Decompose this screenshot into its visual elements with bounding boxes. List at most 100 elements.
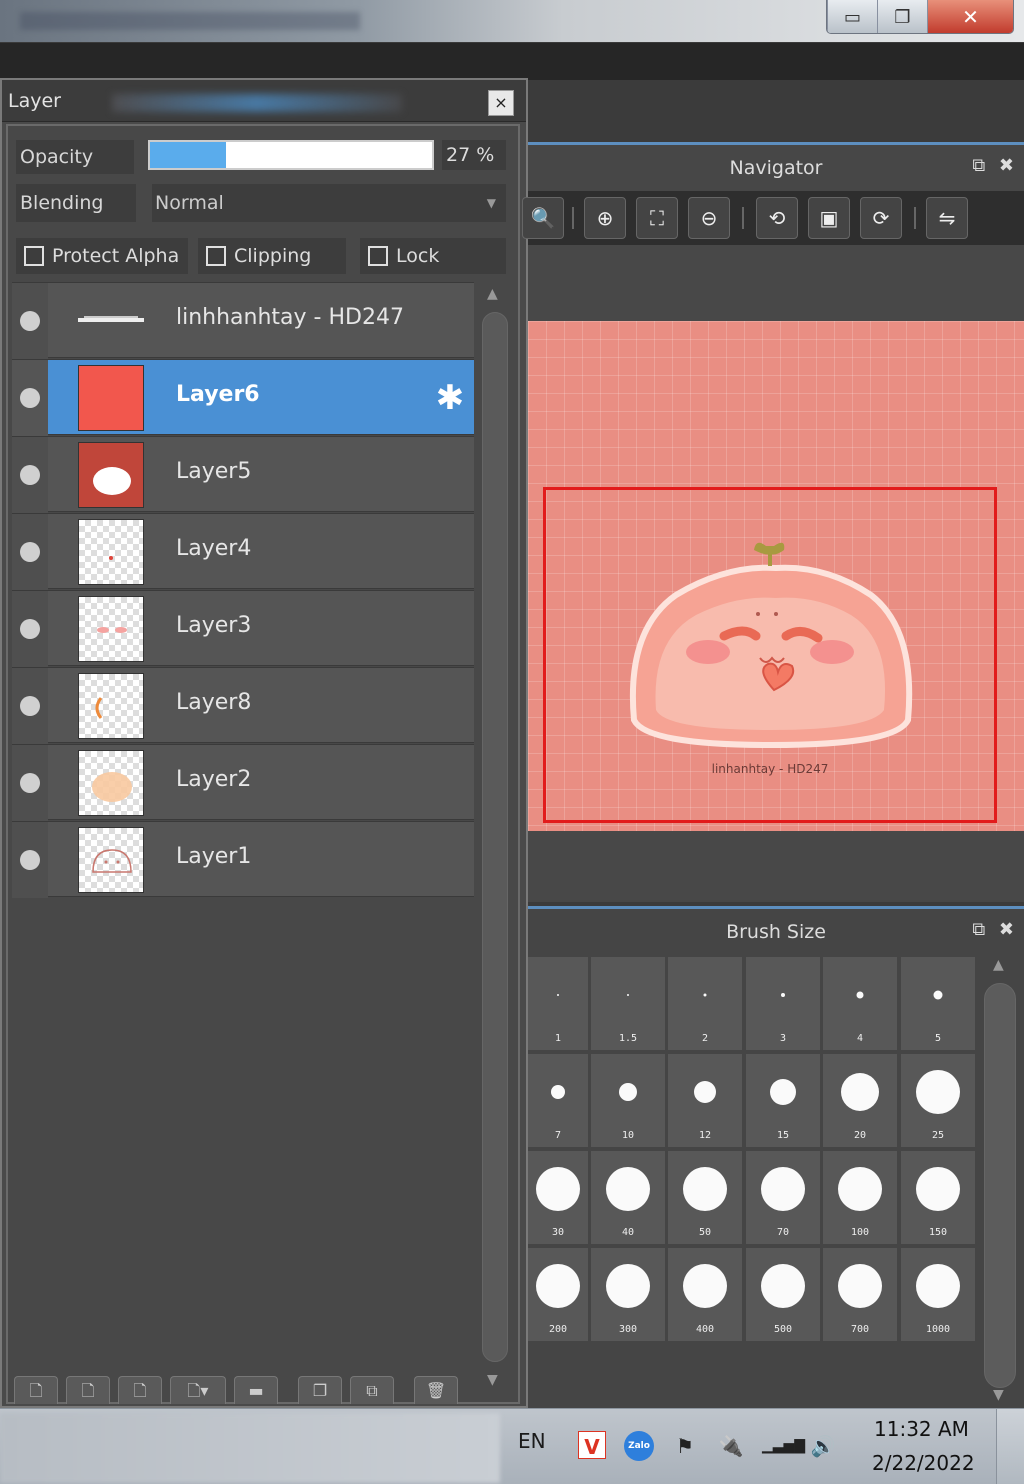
layer-row[interactable]: Layer3 bbox=[12, 590, 474, 667]
actual-size-icon[interactable]: ▣ bbox=[808, 197, 850, 239]
brush-size-option[interactable]: 400 bbox=[668, 1248, 742, 1341]
visibility-toggle[interactable] bbox=[12, 591, 48, 667]
brush-size-option[interactable]: 150 bbox=[901, 1151, 975, 1244]
brush-size-option[interactable]: 3 bbox=[746, 957, 820, 1050]
v-app-tray-icon[interactable]: V bbox=[578, 1431, 606, 1459]
brush-size-option[interactable]: 1 bbox=[528, 957, 588, 1050]
brush-size-option[interactable]: 40 bbox=[591, 1151, 665, 1244]
rotate-left-icon[interactable]: ⟲ bbox=[756, 197, 798, 239]
protect-alpha-checkbox[interactable]: Protect Alpha bbox=[16, 238, 188, 274]
brush-size-option[interactable]: 70 bbox=[746, 1151, 820, 1244]
visibility-toggle[interactable] bbox=[12, 514, 48, 590]
clock-time[interactable]: 11:32 AM bbox=[874, 1417, 969, 1441]
scrollbar-thumb[interactable] bbox=[984, 983, 1016, 1388]
layer-row[interactable]: Layer4 bbox=[12, 513, 474, 590]
new-halftone-layer-button[interactable]: 🗋 bbox=[66, 1376, 110, 1404]
delete-layer-button[interactable]: 🗑 bbox=[414, 1376, 458, 1404]
zoom-fit-icon[interactable]: 🔍 bbox=[522, 197, 564, 239]
signal-icon[interactable]: ▁▃▅▇ bbox=[762, 1431, 805, 1461]
brush-size-option[interactable]: 4 bbox=[823, 957, 897, 1050]
brush-size-option[interactable]: 500 bbox=[746, 1248, 820, 1341]
visibility-toggle[interactable] bbox=[12, 360, 48, 436]
brush-size-option[interactable]: 100 bbox=[823, 1151, 897, 1244]
brush-size-scrollbar[interactable]: ▲ ▼ bbox=[982, 957, 1022, 1407]
layer-row[interactable]: Layer2 bbox=[12, 744, 474, 821]
layer-row-selected[interactable]: Layer6 ✱ bbox=[12, 359, 474, 436]
brush-size-option[interactable]: 300 bbox=[591, 1248, 665, 1341]
brush-size-option[interactable]: 12 bbox=[668, 1054, 742, 1147]
layer-row[interactable]: linhhanhtay - HD247 bbox=[12, 282, 474, 359]
clock-date[interactable]: 2/22/2022 bbox=[872, 1451, 975, 1475]
brush-size-option[interactable]: 15 bbox=[746, 1054, 820, 1147]
clipping-checkbox[interactable]: Clipping bbox=[198, 238, 346, 274]
navigator-view[interactable]: linhanhtay - HD247 bbox=[528, 245, 1024, 900]
zoom-out-icon[interactable]: ⊖ bbox=[688, 197, 730, 239]
bun-character-artwork bbox=[629, 542, 913, 749]
visibility-toggle[interactable] bbox=[12, 668, 48, 744]
bun-outline-icon bbox=[92, 849, 132, 873]
close-icon[interactable]: ✖ bbox=[999, 919, 1014, 940]
lock-checkbox[interactable]: Lock bbox=[360, 238, 506, 274]
rotate-right-icon[interactable]: ⟳ bbox=[860, 197, 902, 239]
brush-size-option[interactable]: 2 bbox=[668, 957, 742, 1050]
visibility-toggle[interactable] bbox=[12, 822, 48, 898]
brush-size-label: 50 bbox=[698, 1227, 712, 1238]
brush-size-option[interactable]: 1.5 bbox=[591, 957, 665, 1050]
brush-size-option[interactable]: 25 bbox=[901, 1054, 975, 1147]
scroll-up-arrow-icon[interactable]: ▲ bbox=[993, 957, 1004, 973]
brush-size-option[interactable]: 5 bbox=[901, 957, 975, 1050]
zoom-in-icon[interactable]: ⊕ bbox=[584, 197, 626, 239]
new-folder-button[interactable]: ▬ bbox=[234, 1376, 278, 1404]
navigator-viewport-rect[interactable]: linhanhtay - HD247 bbox=[543, 487, 997, 823]
visibility-toggle[interactable] bbox=[12, 437, 48, 513]
close-window-button[interactable]: ✕ bbox=[927, 0, 1013, 33]
layer-row[interactable]: Layer8 bbox=[12, 667, 474, 744]
layer-panel-titlebar[interactable]: Layer × bbox=[2, 80, 526, 122]
brush-size-option[interactable]: 1000 bbox=[901, 1248, 975, 1341]
brush-size-option[interactable]: 30 bbox=[528, 1151, 588, 1244]
merge-layer-button[interactable]: ⧉ bbox=[350, 1376, 394, 1404]
scroll-up-arrow-icon[interactable]: ▲ bbox=[487, 286, 498, 302]
popout-icon[interactable]: ⧉ bbox=[972, 155, 985, 176]
bun-shape-icon bbox=[93, 467, 131, 495]
brush-dot-icon bbox=[606, 1264, 650, 1308]
brush-size-option[interactable]: 50 bbox=[668, 1151, 742, 1244]
brush-size-option[interactable]: 7 bbox=[528, 1054, 588, 1147]
brush-size-option[interactable]: 10 bbox=[591, 1054, 665, 1147]
opacity-slider[interactable] bbox=[148, 140, 434, 170]
visibility-toggle[interactable] bbox=[12, 283, 48, 359]
layer-list-scrollbar[interactable]: ▲ ▼ bbox=[478, 286, 512, 1396]
power-icon[interactable]: 🔌 bbox=[716, 1431, 746, 1461]
navigator-canvas-preview[interactable]: linhanhtay - HD247 bbox=[528, 321, 1024, 831]
language-indicator[interactable]: EN bbox=[518, 1429, 546, 1453]
brush-size-option[interactable]: 20 bbox=[823, 1054, 897, 1147]
popout-icon[interactable]: ⧉ bbox=[972, 919, 985, 940]
new-1bit-layer-button[interactable]: 🗋 bbox=[118, 1376, 162, 1404]
visibility-toggle[interactable] bbox=[12, 745, 48, 821]
show-desktop-button[interactable] bbox=[996, 1409, 1024, 1484]
scrollbar-thumb[interactable] bbox=[482, 312, 508, 1362]
scroll-down-arrow-icon[interactable]: ▼ bbox=[993, 1387, 1004, 1403]
layer-row[interactable]: Layer5 bbox=[12, 436, 474, 513]
layer-row[interactable]: Layer1 bbox=[12, 821, 474, 898]
arc-stroke-icon bbox=[95, 697, 103, 719]
add-layer-menu-button[interactable]: 🗋▾ bbox=[170, 1376, 226, 1404]
close-icon[interactable]: ✖ bbox=[999, 155, 1014, 176]
brush-size-option[interactable]: 200 bbox=[528, 1248, 588, 1341]
blurred-title-area bbox=[112, 94, 402, 112]
restore-button[interactable]: ❐ bbox=[877, 0, 927, 33]
layer-panel-close-button[interactable]: × bbox=[488, 90, 514, 116]
duplicate-layer-button[interactable]: ❐ bbox=[298, 1376, 342, 1404]
flag-icon[interactable]: ⚑ bbox=[670, 1431, 700, 1461]
flip-icon[interactable]: ⇋ bbox=[926, 197, 968, 239]
brush-size-option[interactable]: 700 bbox=[823, 1248, 897, 1341]
volume-icon[interactable]: 🔊 bbox=[808, 1431, 838, 1461]
new-layer-button[interactable]: 🗋 bbox=[14, 1376, 58, 1404]
brush-dot-icon bbox=[536, 1264, 580, 1308]
zalo-tray-icon[interactable]: Zalo bbox=[624, 1431, 654, 1461]
fit-window-icon[interactable]: ⛶ bbox=[636, 197, 678, 239]
blending-mode-select[interactable]: Normal ▼ bbox=[152, 184, 506, 222]
minimize-button[interactable]: ▭ bbox=[827, 0, 877, 33]
gear-icon[interactable]: ✱ bbox=[432, 380, 468, 416]
lock-label: Lock bbox=[396, 245, 440, 267]
